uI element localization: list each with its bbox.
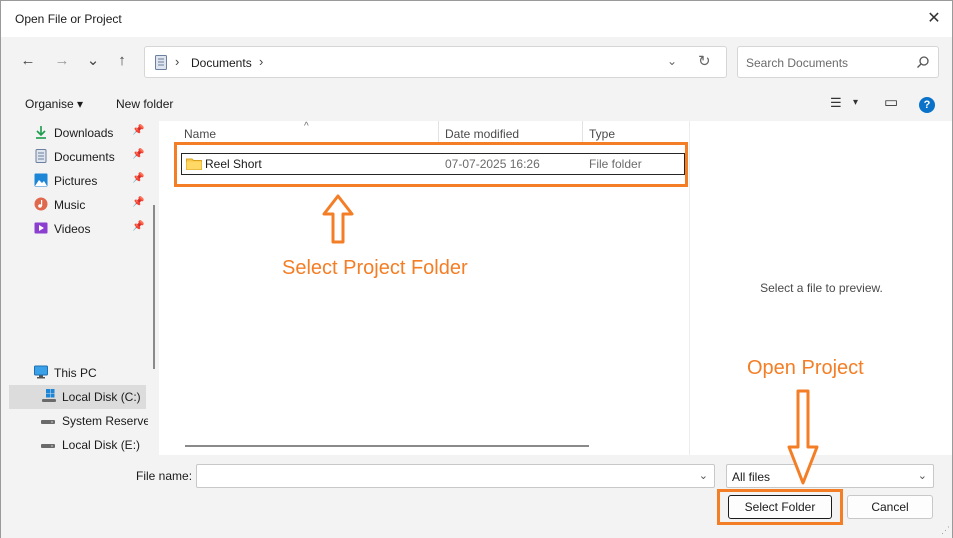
resize-grip-icon[interactable]: ⋰ <box>941 525 950 536</box>
address-bar[interactable]: › Documents › ⌄ ↻ <box>144 46 727 78</box>
download-icon <box>36 126 46 139</box>
back-arrow-icon[interactable]: ← <box>18 51 38 71</box>
address-dropdown-icon[interactable]: ⌄ <box>667 54 677 68</box>
search-input[interactable]: Search Documents <box>737 46 939 78</box>
annotation-down-arrow-icon <box>787 389 819 485</box>
recent-locations-chevron-icon[interactable]: ⌄ <box>83 51 103 71</box>
navigation-pane: Downloads 📌 Documents 📌 Pictures 📌 Music… <box>1 121 159 455</box>
sort-ascending-icon: ^ <box>304 121 309 132</box>
preview-pane: Select a file to preview. <box>689 121 952 455</box>
picture-icon <box>34 173 48 187</box>
column-header-date-modified[interactable]: Date modified <box>445 127 519 141</box>
sidebar-item-label: Music <box>54 198 86 212</box>
up-arrow-icon[interactable]: ↑ <box>112 51 132 71</box>
help-icon[interactable]: ? <box>919 97 935 113</box>
view-options-icon[interactable]: ☰ <box>830 95 842 111</box>
sidebar-item-this-pc[interactable]: This PC <box>1 361 151 385</box>
search-icon <box>917 56 929 68</box>
preview-pane-icon[interactable]: ▭ <box>884 93 898 111</box>
annotation-highlight-select-folder <box>717 489 843 525</box>
pin-icon: 📌 <box>132 173 145 184</box>
file-name-field[interactable]: ⌄ <box>196 464 715 488</box>
sidebar-item-documents[interactable]: Documents 📌 <box>1 145 151 169</box>
pin-icon: 📌 <box>132 149 145 160</box>
window-title: Open File or Project <box>15 12 122 26</box>
sidebar-item-label: Documents <box>54 150 115 164</box>
breadcrumb-chevron-icon[interactable]: › <box>259 54 263 69</box>
sidebar-item-system-reserved[interactable]: System Reserved <box>1 409 151 433</box>
pin-icon: 📌 <box>132 221 145 232</box>
sidebar-item-downloads[interactable]: Downloads 📌 <box>1 121 151 145</box>
organise-button[interactable]: Organise ▾ <box>25 97 83 111</box>
open-file-dialog: Open File or Project ✕ ← → ⌄ ↑ › Documen… <box>0 0 953 538</box>
sidebar-item-label: Local Disk (C:) <box>62 390 141 404</box>
drive-icon <box>41 444 55 448</box>
breadcrumb-separator-icon: › <box>175 54 180 69</box>
drive-icon <box>41 420 55 424</box>
view-dropdown-icon[interactable]: ▾ <box>853 97 858 108</box>
refresh-icon[interactable]: ↻ <box>698 52 711 70</box>
column-header-type[interactable]: Type <box>589 127 615 141</box>
pin-icon: 📌 <box>132 125 145 136</box>
sidebar-item-label: Local Disk (E:) <box>62 438 141 452</box>
forward-arrow-icon[interactable]: → <box>52 51 72 71</box>
close-icon[interactable]: ✕ <box>924 9 944 29</box>
column-header-name[interactable]: Name <box>184 127 216 141</box>
chevron-down-icon[interactable]: ⌄ <box>699 469 708 482</box>
sidebar-item-label: Videos <box>54 222 91 236</box>
annotation-open-project: Open Project <box>747 357 864 379</box>
command-bar: Organise ▾ New folder ☰ ▾ ▭ ? <box>1 87 952 121</box>
horizontal-scrollbar[interactable] <box>185 445 589 447</box>
sidebar-item-local-disk-e[interactable]: Local Disk (E:) <box>1 433 151 457</box>
video-icon <box>34 222 48 234</box>
document-location-icon <box>155 55 167 70</box>
title-bar: Open File or Project ✕ <box>1 1 952 37</box>
search-placeholder: Search Documents <box>746 56 849 70</box>
pin-icon: 📌 <box>132 197 145 208</box>
sidebar-item-label: System Reserved <box>62 414 148 428</box>
document-icon <box>35 149 47 163</box>
sidebar-item-videos[interactable]: Videos 📌 <box>1 217 151 241</box>
computer-icon <box>34 365 48 379</box>
chevron-down-icon[interactable]: ⌄ <box>918 469 927 482</box>
annotation-select-project: Select Project Folder <box>282 257 468 279</box>
windows-drive-icon <box>42 389 56 402</box>
preview-placeholder: Select a file to preview. <box>760 281 883 295</box>
file-type-select[interactable]: All files ⌄ <box>726 464 934 488</box>
sidebar-item-pictures[interactable]: Pictures 📌 <box>1 169 151 193</box>
breadcrumb-documents[interactable]: Documents <box>191 56 252 70</box>
sidebar-item-label: Pictures <box>54 174 98 188</box>
sidebar-item-music[interactable]: Music 📌 <box>1 193 151 217</box>
annotation-highlight-folder <box>174 142 688 187</box>
sidebar-item-local-disk-c[interactable]: Local Disk (C:) <box>9 385 146 409</box>
sidebar-item-label: This PC <box>54 366 97 380</box>
file-name-label: File name: <box>136 469 193 483</box>
new-folder-button[interactable]: New folder <box>116 97 173 111</box>
file-type-value: All files <box>732 470 771 484</box>
annotation-up-arrow-icon <box>322 194 354 244</box>
music-icon <box>34 197 48 211</box>
sidebar-scrollbar[interactable] <box>153 205 155 369</box>
sidebar-item-label: Downloads <box>54 126 114 140</box>
address-bar-row: ← → ⌄ ↑ › Documents › ⌄ ↻ Search Documen… <box>1 37 952 87</box>
cancel-button[interactable]: Cancel <box>847 495 933 519</box>
